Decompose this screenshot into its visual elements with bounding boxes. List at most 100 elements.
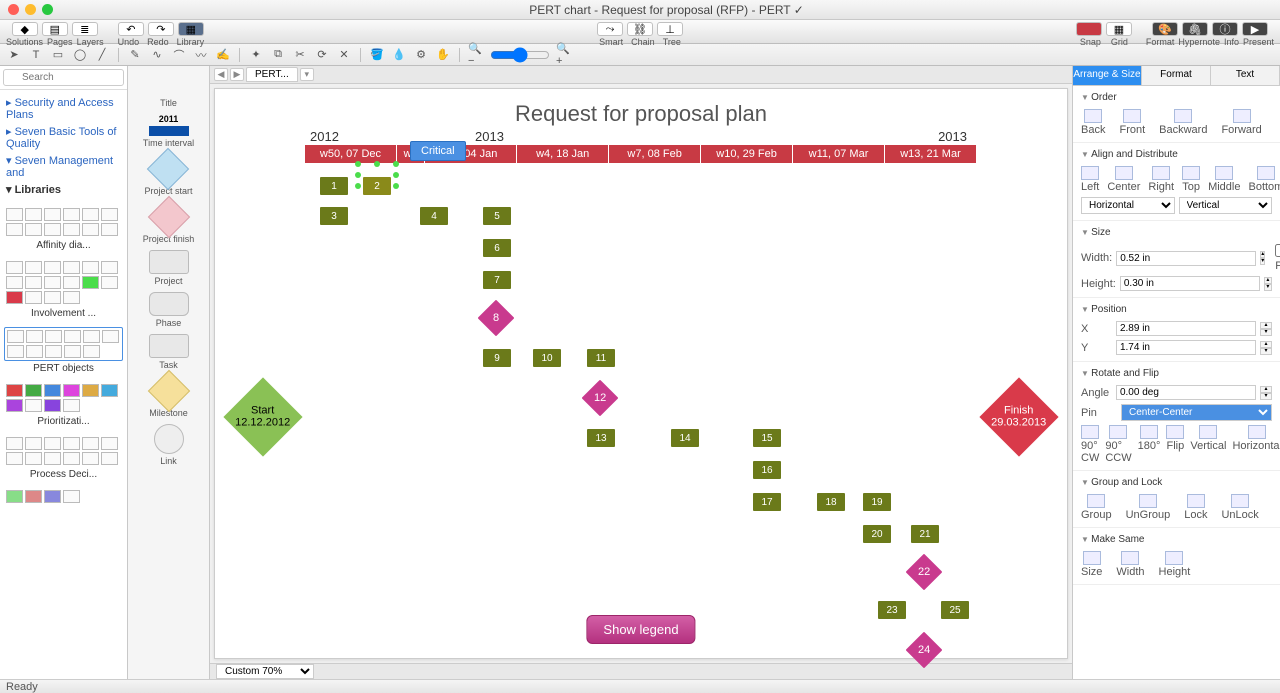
arc-tool[interactable]: ⌒ [171,47,187,63]
zoom-select[interactable]: Custom 70% [216,664,314,679]
zoom-slider[interactable] [490,47,550,63]
width-input[interactable] [1116,251,1256,266]
tree-connector-button[interactable]: ⊥ [657,22,683,36]
solutions-button[interactable]: ◆ [12,22,38,36]
stamp-tool[interactable]: ⚙ [413,47,429,63]
lock-button[interactable]: Lock [1184,494,1207,521]
hand-tool[interactable]: ✋ [435,47,451,63]
flip-vertical-button[interactable]: Vertical [1190,425,1226,464]
library-involvement[interactable]: Involvement ... [4,259,123,319]
task-node-20[interactable]: 20 [863,525,891,543]
distribute-vertical-select[interactable]: Vertical [1179,197,1273,214]
shape-project-finish[interactable]: Project finish [143,202,195,244]
tab-arrange[interactable]: Arrange & Size [1073,66,1142,85]
same-height-button[interactable]: Height [1159,551,1191,578]
break-tool[interactable]: ✂ [292,47,308,63]
start-node[interactable]: Start12.12.2012 [223,377,302,456]
task-node-13[interactable]: 13 [587,429,615,447]
task-node-23[interactable]: 23 [878,601,906,619]
align-left-button[interactable]: Left [1081,166,1099,193]
task-node-14[interactable]: 14 [671,429,699,447]
task-node-18[interactable]: 18 [817,493,845,511]
align-right-button[interactable]: Right [1148,166,1174,193]
task-node-6[interactable]: 6 [483,239,511,257]
present-button[interactable]: ▶ [1242,22,1268,36]
zoom-window-button[interactable] [42,4,53,15]
bezier-tool[interactable]: ∿ [149,47,165,63]
library-pert[interactable]: PERT objects [4,327,123,374]
rotate-tool[interactable]: ⟳ [314,47,330,63]
undo-button[interactable]: ↶ [118,22,144,36]
same-size-button[interactable]: Size [1081,551,1102,578]
ungroup-button[interactable]: UnGroup [1126,494,1171,521]
order-front-button[interactable]: Front [1119,109,1145,136]
rotate-ccw-button[interactable]: 90° CCW [1105,425,1131,464]
text-tool[interactable]: T [28,47,44,63]
rect-tool[interactable]: ▭ [50,47,66,63]
milestone-node-22[interactable]: 22 [906,554,943,591]
libraries-header[interactable]: ▾ Libraries [6,181,121,198]
spline-tool[interactable]: 〰 [193,47,209,63]
chain-connector-button[interactable]: ⛓ [627,22,653,36]
task-node-15[interactable]: 15 [753,429,781,447]
tree-item[interactable]: ▸ Security and Access Plans [6,94,121,123]
freehand-tool[interactable]: ✍ [215,47,231,63]
tab-next-button[interactable]: ▶ [230,68,244,81]
eyedropper-tool[interactable]: 💧 [391,47,407,63]
rotate-180-button[interactable]: 180° [1138,425,1161,464]
flip-button[interactable]: Flip [1166,425,1184,464]
y-input[interactable] [1116,340,1256,355]
smart-connector-button[interactable]: ⤳ [597,22,623,36]
measure-tool[interactable]: ✕ [336,47,352,63]
canvas[interactable]: Request for proposal plan 2012 2013 2013… [214,88,1068,659]
tab-text[interactable]: Text [1211,66,1280,85]
shape-project-start[interactable]: Project start [144,154,192,196]
task-node-10[interactable]: 10 [533,349,561,367]
hypernote-button[interactable]: 🖇 [1182,22,1208,36]
x-input[interactable] [1116,321,1256,336]
task-node-17[interactable]: 17 [753,493,781,511]
tab-menu-button[interactable]: ▾ [300,68,314,81]
align-middle-button[interactable]: Middle [1208,166,1240,193]
tree-item[interactable]: ▾ Seven Management and [6,152,121,181]
zoom-out-button[interactable]: 🔍− [468,47,484,63]
task-node-2[interactable]: 2 [363,177,391,195]
shape-link[interactable]: Link [154,424,184,466]
library-affinity[interactable]: Affinity dia... [4,206,123,251]
tree-item[interactable]: ▸ Seven Basic Tools of Quality [6,123,121,152]
pointer-tool[interactable]: ➤ [6,47,22,63]
tab-prev-button[interactable]: ◀ [214,68,228,81]
order-backward-button[interactable]: Backward [1159,109,1207,136]
library-prioritization[interactable]: Prioritizati... [4,382,123,427]
info-button[interactable]: ⓘ [1212,22,1238,36]
task-node-9[interactable]: 9 [483,349,511,367]
task-node-1[interactable]: 1 [320,177,348,195]
rotate-cw-button[interactable]: 90° CW [1081,425,1099,464]
order-forward-button[interactable]: Forward [1221,109,1261,136]
format-button[interactable]: 🎨 [1152,22,1178,36]
task-node-19[interactable]: 19 [863,493,891,511]
flip-horizontal-button[interactable]: Horizontal [1232,425,1280,464]
milestone-node-8[interactable]: 8 [478,300,515,337]
align-center-button[interactable]: Center [1107,166,1140,193]
milestone-node-12[interactable]: 12 [582,380,619,417]
snap-button[interactable] [1076,22,1102,36]
shape-phase[interactable]: Phase [149,292,189,328]
pen-tool[interactable]: ✎ [127,47,143,63]
redo-button[interactable]: ↷ [148,22,174,36]
line-tool[interactable]: ╱ [94,47,110,63]
search-input[interactable] [3,69,124,86]
task-node-3[interactable]: 3 [320,207,348,225]
task-node-16[interactable]: 16 [753,461,781,479]
minimize-window-button[interactable] [25,4,36,15]
pin-select[interactable]: Center-Center [1121,404,1272,421]
shape-milestone[interactable]: Milestone [149,376,188,418]
layers-button[interactable]: ≣ [72,22,98,36]
distribute-horizontal-select[interactable]: Horizontal [1081,197,1175,214]
edit-points-tool[interactable]: ✦ [248,47,264,63]
task-node-5[interactable]: 5 [483,207,511,225]
group-button[interactable]: Group [1081,494,1112,521]
shape-project[interactable]: Project [149,250,189,286]
pages-button[interactable]: ▤ [42,22,68,36]
grid-button[interactable]: ▦ [1106,22,1132,36]
